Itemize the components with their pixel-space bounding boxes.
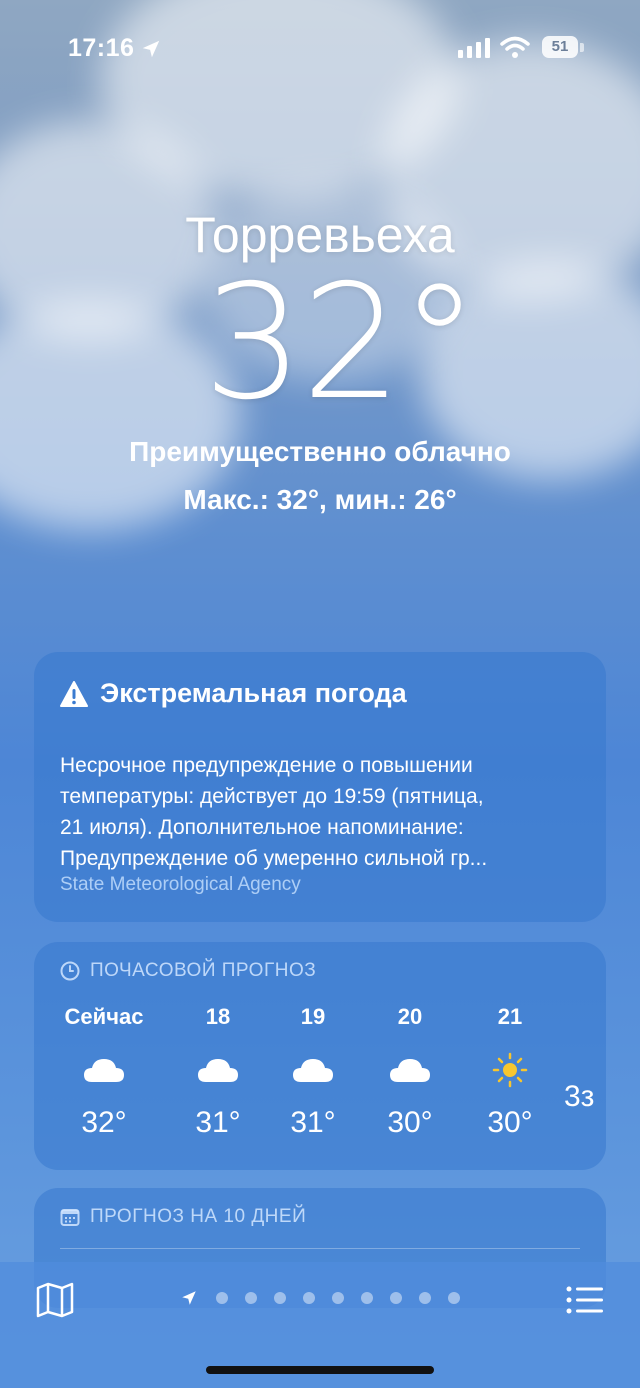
hour-temperature: 31°	[195, 1106, 241, 1139]
hourly-item: Сейчас 32°	[54, 1004, 154, 1140]
hour-temperature: 3з	[564, 1080, 595, 1113]
current-temperature: 32°	[202, 251, 479, 435]
page-indicator[interactable]	[180, 1288, 477, 1308]
cloud-icon	[293, 1059, 333, 1082]
calendar-icon	[60, 1209, 80, 1226]
warning-icon	[60, 680, 88, 707]
hour-label: 21	[497, 1004, 523, 1029]
sun-icon	[492, 1052, 528, 1088]
alert-line: Предупреждение об умеренно сильной гр...	[60, 847, 488, 870]
weather-condition: Преимущественно облачно	[129, 436, 511, 467]
page-dot[interactable]	[216, 1292, 228, 1304]
battery-tip	[580, 43, 584, 52]
alert-line: температуры: действует до 19:59 (пятница…	[60, 785, 484, 808]
ten-day-forecast-header: ПРОГНОЗ НА 10 ДНЕЙ	[60, 1206, 306, 1228]
page-dot[interactable]	[419, 1292, 431, 1304]
hourly-item: 19 31°	[263, 1004, 363, 1140]
location-arrow-icon	[182, 1291, 196, 1305]
alert-body: Несрочное предупреждение о повышении тем…	[60, 750, 590, 874]
home-indicator[interactable]	[206, 1366, 434, 1374]
bottom-toolbar	[0, 1262, 640, 1388]
hourly-forecast-card[interactable]: ПОЧАСОВОЙ ПРОГНОЗ Сейчас 32° 18 31° 19 3…	[34, 942, 606, 1170]
cloud-icon	[198, 1059, 238, 1082]
extreme-weather-card[interactable]: Экстремальная погода Несрочное предупреж…	[34, 652, 606, 922]
cloud-icon	[84, 1059, 124, 1082]
wifi-icon	[500, 36, 530, 58]
hour-label: Сейчас	[64, 1004, 144, 1029]
hourly-forecast-header: ПОЧАСОВОЙ ПРОГНОЗ	[60, 960, 316, 982]
alert-line: 21 июля). Дополнительное напоминание:	[60, 816, 464, 839]
location-arrow-icon	[142, 40, 160, 58]
hourly-item: 3з	[564, 1004, 606, 1114]
status-time: 17:16	[68, 34, 135, 62]
page-dot[interactable]	[332, 1292, 344, 1304]
hour-label: 20	[397, 1004, 423, 1029]
clock-icon	[60, 961, 80, 981]
hour-temperature: 30°	[387, 1106, 433, 1139]
hour-label: 19	[300, 1004, 326, 1029]
hour-temperature: 32°	[81, 1106, 127, 1139]
cellular-signal-icon	[458, 38, 490, 58]
page-dot[interactable]	[448, 1292, 460, 1304]
hour-temperature: 31°	[290, 1106, 336, 1139]
divider	[60, 1248, 580, 1249]
alert-source-link[interactable]: State Meteorological Agency	[60, 874, 301, 896]
high-low-temperature: Макс.: 32°, мин.: 26°	[183, 484, 457, 515]
page-dot[interactable]	[245, 1292, 257, 1304]
alert-title: Экстремальная погода	[60, 678, 407, 709]
hourly-item: 18 31°	[168, 1004, 268, 1140]
page-dot[interactable]	[274, 1292, 286, 1304]
battery-indicator: 51	[542, 36, 578, 58]
hourly-item: 20 30°	[360, 1004, 460, 1140]
hourly-forecast-title: ПОЧАСОВОЙ ПРОГНОЗ	[90, 960, 317, 981]
hourly-item: 21 30°	[460, 1004, 560, 1140]
list-icon[interactable]	[566, 1284, 604, 1316]
map-icon[interactable]	[36, 1282, 74, 1318]
status-bar: 17:16 51	[0, 30, 640, 70]
page-dot[interactable]	[361, 1292, 373, 1304]
alert-line: Несрочное предупреждение о повышении	[60, 754, 473, 777]
page-dot[interactable]	[390, 1292, 402, 1304]
page-dot[interactable]	[303, 1292, 315, 1304]
cloud-icon	[390, 1059, 430, 1082]
hour-temperature: 30°	[487, 1106, 533, 1139]
hour-label: 18	[205, 1004, 231, 1029]
ten-day-forecast-title: ПРОГНОЗ НА 10 ДНЕЙ	[90, 1206, 307, 1227]
alert-title-text: Экстремальная погода	[100, 678, 407, 708]
